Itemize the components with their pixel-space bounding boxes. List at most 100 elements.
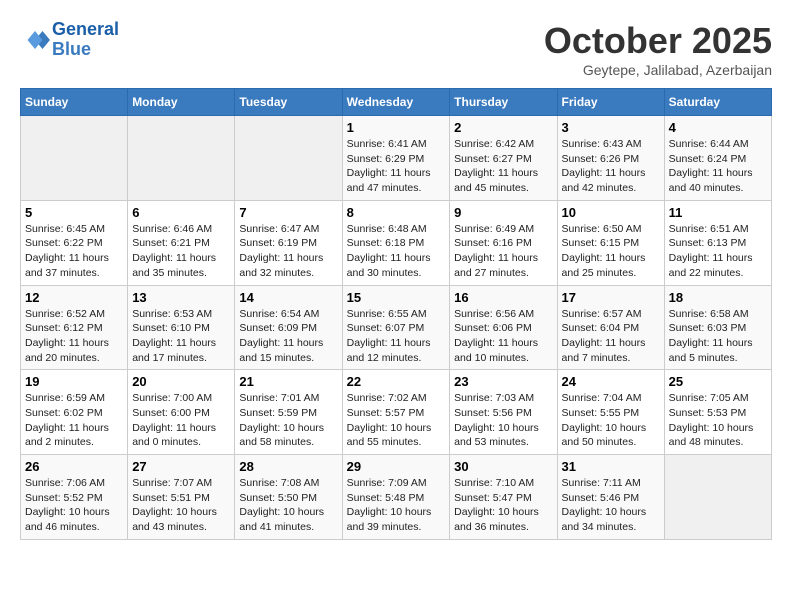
calendar-cell: 5 Sunrise: 6:45 AM Sunset: 6:22 PM Daylig… <box>21 200 128 285</box>
day-info: Sunrise: 6:42 AM Sunset: 6:27 PM Dayligh… <box>454 137 552 196</box>
calendar-cell: 22 Sunrise: 7:02 AM Sunset: 5:57 PM Dayli… <box>342 370 450 455</box>
day-number: 17 <box>562 290 660 305</box>
page-header: General Blue October 2025 Geytepe, Jalil… <box>20 20 772 78</box>
day-info: Sunrise: 6:41 AM Sunset: 6:29 PM Dayligh… <box>347 137 446 196</box>
day-number: 29 <box>347 459 446 474</box>
day-number: 21 <box>239 374 337 389</box>
weekday-header-friday: Friday <box>557 89 664 116</box>
weekday-header-sunday: Sunday <box>21 89 128 116</box>
day-number: 23 <box>454 374 552 389</box>
day-info: Sunrise: 7:00 AM Sunset: 6:00 PM Dayligh… <box>132 391 230 450</box>
calendar-cell: 17 Sunrise: 6:57 AM Sunset: 6:04 PM Dayli… <box>557 285 664 370</box>
day-info: Sunrise: 6:49 AM Sunset: 6:16 PM Dayligh… <box>454 222 552 281</box>
day-number: 15 <box>347 290 446 305</box>
day-info: Sunrise: 6:56 AM Sunset: 6:06 PM Dayligh… <box>454 307 552 366</box>
day-info: Sunrise: 6:45 AM Sunset: 6:22 PM Dayligh… <box>25 222 123 281</box>
calendar-cell: 7 Sunrise: 6:47 AM Sunset: 6:19 PM Daylig… <box>235 200 342 285</box>
day-info: Sunrise: 6:44 AM Sunset: 6:24 PM Dayligh… <box>669 137 767 196</box>
day-info: Sunrise: 7:09 AM Sunset: 5:48 PM Dayligh… <box>347 476 446 535</box>
day-info: Sunrise: 7:08 AM Sunset: 5:50 PM Dayligh… <box>239 476 337 535</box>
day-info: Sunrise: 7:05 AM Sunset: 5:53 PM Dayligh… <box>669 391 767 450</box>
calendar-week-5: 26 Sunrise: 7:06 AM Sunset: 5:52 PM Dayli… <box>21 455 772 540</box>
calendar-cell: 18 Sunrise: 6:58 AM Sunset: 6:03 PM Dayli… <box>664 285 771 370</box>
day-number: 8 <box>347 205 446 220</box>
day-number: 11 <box>669 205 767 220</box>
weekday-header-row: SundayMondayTuesdayWednesdayThursdayFrid… <box>21 89 772 116</box>
day-number: 27 <box>132 459 230 474</box>
day-number: 19 <box>25 374 123 389</box>
day-number: 24 <box>562 374 660 389</box>
calendar-cell: 20 Sunrise: 7:00 AM Sunset: 6:00 PM Dayli… <box>128 370 235 455</box>
day-info: Sunrise: 6:57 AM Sunset: 6:04 PM Dayligh… <box>562 307 660 366</box>
weekday-header-saturday: Saturday <box>664 89 771 116</box>
calendar-cell: 8 Sunrise: 6:48 AM Sunset: 6:18 PM Daylig… <box>342 200 450 285</box>
calendar-table: SundayMondayTuesdayWednesdayThursdayFrid… <box>20 88 772 540</box>
day-number: 6 <box>132 205 230 220</box>
day-number: 30 <box>454 459 552 474</box>
day-info: Sunrise: 7:02 AM Sunset: 5:57 PM Dayligh… <box>347 391 446 450</box>
calendar-cell: 4Sunrise: 6:44 AM Sunset: 6:24 PM Daylig… <box>664 116 771 201</box>
day-number: 26 <box>25 459 123 474</box>
calendar-cell: 27Sunrise: 7:07 AM Sunset: 5:51 PM Dayli… <box>128 455 235 540</box>
calendar-cell: 12 Sunrise: 6:52 AM Sunset: 6:12 PM Dayli… <box>21 285 128 370</box>
calendar-cell: 19 Sunrise: 6:59 AM Sunset: 6:02 PM Dayli… <box>21 370 128 455</box>
day-number: 10 <box>562 205 660 220</box>
day-number: 13 <box>132 290 230 305</box>
day-info: Sunrise: 7:03 AM Sunset: 5:56 PM Dayligh… <box>454 391 552 450</box>
day-number: 5 <box>25 205 123 220</box>
calendar-cell: 1 Sunrise: 6:41 AM Sunset: 6:29 PM Daylig… <box>342 116 450 201</box>
day-info: Sunrise: 7:10 AM Sunset: 5:47 PM Dayligh… <box>454 476 552 535</box>
weekday-header-tuesday: Tuesday <box>235 89 342 116</box>
day-number: 12 <box>25 290 123 305</box>
day-info: Sunrise: 6:52 AM Sunset: 6:12 PM Dayligh… <box>25 307 123 366</box>
calendar-cell: 15Sunrise: 6:55 AM Sunset: 6:07 PM Dayli… <box>342 285 450 370</box>
calendar-cell: 13 Sunrise: 6:53 AM Sunset: 6:10 PM Dayli… <box>128 285 235 370</box>
day-number: 14 <box>239 290 337 305</box>
day-number: 2 <box>454 120 552 135</box>
day-info: Sunrise: 6:51 AM Sunset: 6:13 PM Dayligh… <box>669 222 767 281</box>
day-number: 9 <box>454 205 552 220</box>
day-info: Sunrise: 7:01 AM Sunset: 5:59 PM Dayligh… <box>239 391 337 450</box>
calendar-cell: 24 Sunrise: 7:04 AM Sunset: 5:55 PM Dayli… <box>557 370 664 455</box>
logo-line1: General <box>52 19 119 39</box>
calendar-cell: 30 Sunrise: 7:10 AM Sunset: 5:47 PM Dayli… <box>450 455 557 540</box>
day-number: 28 <box>239 459 337 474</box>
logo: General Blue <box>20 20 119 60</box>
day-info: Sunrise: 6:43 AM Sunset: 6:26 PM Dayligh… <box>562 137 660 196</box>
day-info: Sunrise: 6:47 AM Sunset: 6:19 PM Dayligh… <box>239 222 337 281</box>
calendar-cell: 21 Sunrise: 7:01 AM Sunset: 5:59 PM Dayli… <box>235 370 342 455</box>
day-number: 3 <box>562 120 660 135</box>
calendar-week-3: 12 Sunrise: 6:52 AM Sunset: 6:12 PM Dayli… <box>21 285 772 370</box>
day-info: Sunrise: 6:48 AM Sunset: 6:18 PM Dayligh… <box>347 222 446 281</box>
day-number: 18 <box>669 290 767 305</box>
weekday-header-thursday: Thursday <box>450 89 557 116</box>
calendar-cell: 10 Sunrise: 6:50 AM Sunset: 6:15 PM Dayli… <box>557 200 664 285</box>
day-info: Sunrise: 7:04 AM Sunset: 5:55 PM Dayligh… <box>562 391 660 450</box>
day-info: Sunrise: 6:46 AM Sunset: 6:21 PM Dayligh… <box>132 222 230 281</box>
calendar-cell: 26 Sunrise: 7:06 AM Sunset: 5:52 PM Dayli… <box>21 455 128 540</box>
logo-text: General Blue <box>52 20 119 60</box>
calendar-cell <box>128 116 235 201</box>
day-number: 20 <box>132 374 230 389</box>
calendar-cell <box>21 116 128 201</box>
day-number: 16 <box>454 290 552 305</box>
day-info: Sunrise: 6:59 AM Sunset: 6:02 PM Dayligh… <box>25 391 123 450</box>
day-info: Sunrise: 6:53 AM Sunset: 6:10 PM Dayligh… <box>132 307 230 366</box>
calendar-cell: 3 Sunrise: 6:43 AM Sunset: 6:26 PM Daylig… <box>557 116 664 201</box>
logo-icon <box>20 25 50 55</box>
day-info: Sunrise: 7:11 AM Sunset: 5:46 PM Dayligh… <box>562 476 660 535</box>
day-number: 22 <box>347 374 446 389</box>
day-info: Sunrise: 6:50 AM Sunset: 6:15 PM Dayligh… <box>562 222 660 281</box>
day-number: 1 <box>347 120 446 135</box>
calendar-cell: 25 Sunrise: 7:05 AM Sunset: 5:53 PM Dayli… <box>664 370 771 455</box>
calendar-cell: 9 Sunrise: 6:49 AM Sunset: 6:16 PM Daylig… <box>450 200 557 285</box>
day-info: Sunrise: 6:58 AM Sunset: 6:03 PM Dayligh… <box>669 307 767 366</box>
calendar-week-2: 5 Sunrise: 6:45 AM Sunset: 6:22 PM Daylig… <box>21 200 772 285</box>
day-number: 25 <box>669 374 767 389</box>
day-info: Sunrise: 6:54 AM Sunset: 6:09 PM Dayligh… <box>239 307 337 366</box>
day-info: Sunrise: 7:06 AM Sunset: 5:52 PM Dayligh… <box>25 476 123 535</box>
month-title: October 2025 <box>544 20 772 62</box>
calendar-cell: 16 Sunrise: 6:56 AM Sunset: 6:06 PM Dayli… <box>450 285 557 370</box>
day-number: 7 <box>239 205 337 220</box>
calendar-week-4: 19 Sunrise: 6:59 AM Sunset: 6:02 PM Dayli… <box>21 370 772 455</box>
